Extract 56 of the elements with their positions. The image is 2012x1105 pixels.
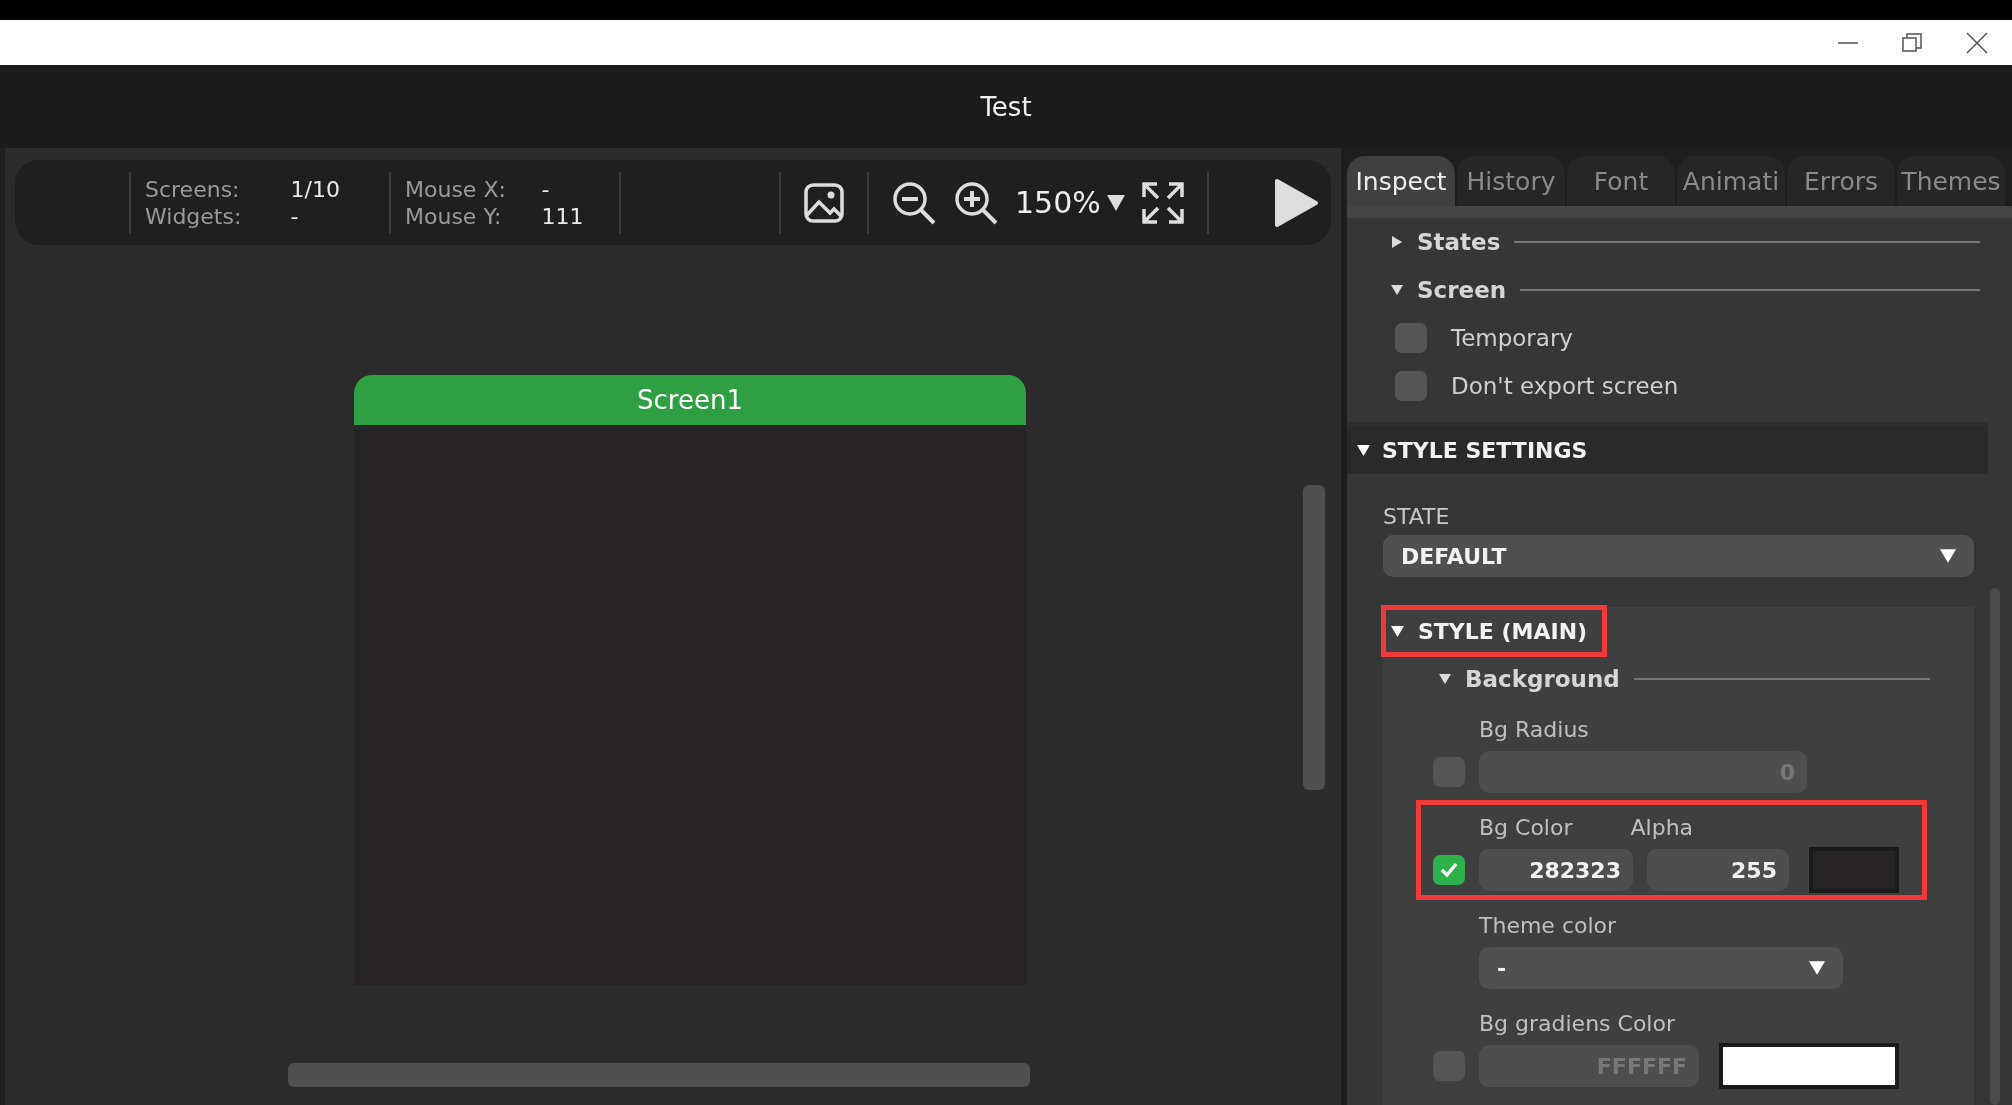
- stat-label: Screens:: [145, 176, 241, 202]
- panel-tab[interactable]: Font: [1567, 156, 1675, 206]
- zoom-in-icon[interactable]: [953, 179, 999, 226]
- panel-tab[interactable]: Animati: [1677, 156, 1785, 206]
- expanded-triangle-icon[interactable]: [1391, 284, 1403, 296]
- state-label: STATE: [1383, 504, 1451, 529]
- expanded-triangle-icon[interactable]: [1439, 673, 1451, 685]
- horizontal-scrollbar[interactable]: [288, 1063, 1030, 1087]
- state-dropdown[interactable]: DEFAULT: [1383, 535, 1974, 577]
- property-label: Bg gradiens Color: [1479, 1010, 1675, 1036]
- stat-value: 111: [541, 203, 585, 229]
- caret-icon: [1106, 194, 1125, 211]
- checkbox[interactable]: [1395, 323, 1427, 353]
- image-icon[interactable]: [803, 181, 845, 224]
- panel-tab[interactable]: Inspect: [1347, 156, 1455, 206]
- section-title: Screen: [1417, 277, 1507, 303]
- window-title: Test: [980, 91, 1032, 122]
- color-swatch[interactable]: [1719, 1043, 1899, 1089]
- expanded-triangle-icon[interactable]: [1391, 624, 1404, 638]
- zoom-dropdown[interactable]: 150%: [1007, 185, 1133, 220]
- vertical-scrollbar[interactable]: [1303, 485, 1325, 790]
- checkmark-icon: [1439, 861, 1459, 879]
- expanded-triangle-icon[interactable]: [1357, 443, 1370, 457]
- section-header[interactable]: STYLE SETTINGS: [1347, 426, 1988, 474]
- checkbox-label: Temporary: [1451, 325, 1573, 351]
- expanded-triangle-icon[interactable]: [1940, 548, 1956, 564]
- theme-color-dropdown[interactable]: -: [1479, 947, 1843, 989]
- zoom-out-icon[interactable]: [891, 179, 937, 226]
- stat-value: -: [541, 176, 551, 202]
- restore-icon[interactable]: [1902, 32, 1922, 53]
- panel-tab[interactable]: Errors: [1787, 156, 1895, 206]
- property-label: Theme color: [1479, 912, 1617, 938]
- panel-tab[interactable]: History: [1457, 156, 1565, 206]
- hex-color-field[interactable]: 282323: [1479, 849, 1633, 891]
- property-label: Bg Color: [1479, 814, 1573, 840]
- collapsed-triangle-icon[interactable]: [1391, 236, 1403, 248]
- expand-icon[interactable]: [1140, 180, 1185, 225]
- play-icon[interactable]: [1272, 177, 1319, 228]
- section-title: Background: [1465, 666, 1620, 692]
- expanded-triangle-icon[interactable]: [1809, 960, 1825, 976]
- property-label: Bg Radius: [1479, 716, 1589, 742]
- stat-value: -: [290, 203, 300, 229]
- color-swatch[interactable]: [1809, 847, 1899, 893]
- alpha-field[interactable]: 255: [1647, 849, 1789, 891]
- stat-label: Mouse Y:: [405, 203, 503, 229]
- group-header[interactable]: STYLE (MAIN): [1383, 607, 1606, 655]
- property-label: Alpha: [1630, 814, 1694, 840]
- close-icon[interactable]: [1966, 31, 1988, 54]
- section-title: States: [1417, 229, 1501, 255]
- panel-tab[interactable]: Themes: [1897, 156, 2005, 206]
- checkbox[interactable]: [1433, 855, 1465, 885]
- checkbox-label: Don't export screen: [1451, 373, 1679, 399]
- stat-label: Mouse X:: [405, 176, 507, 202]
- stat-value: 1/10: [290, 176, 341, 202]
- checkbox[interactable]: [1395, 371, 1427, 401]
- stat-label: Widgets:: [145, 203, 243, 229]
